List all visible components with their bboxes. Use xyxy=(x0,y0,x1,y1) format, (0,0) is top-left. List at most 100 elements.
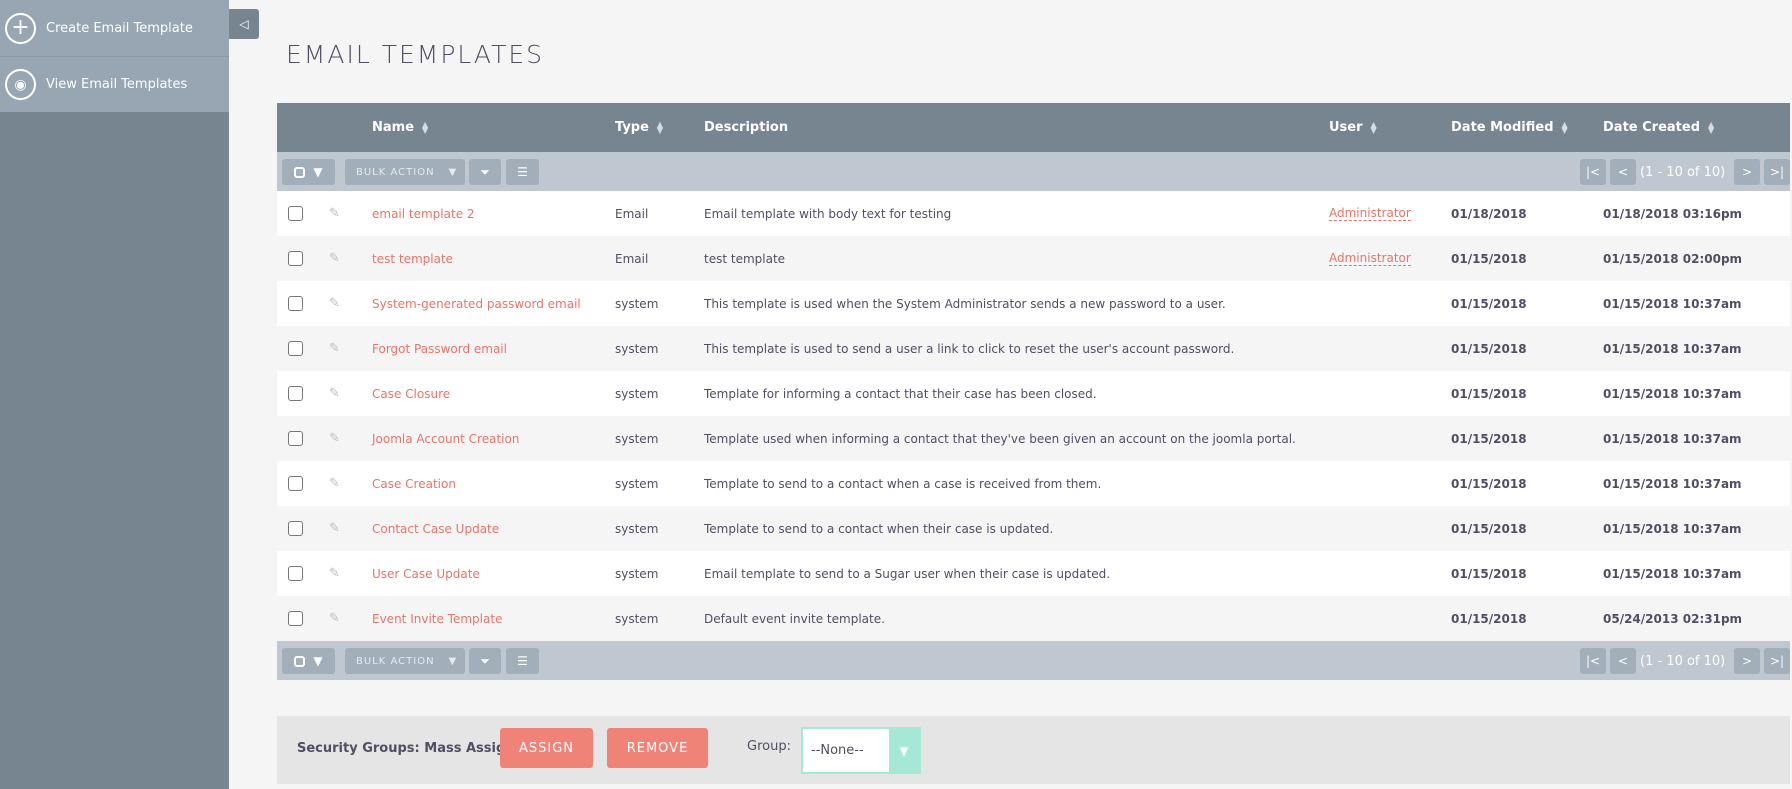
pencil-icon[interactable]: ✎ xyxy=(329,416,340,461)
template-description: test template xyxy=(704,251,786,266)
view-email-templates-action[interactable]: ◉ View Email Templates xyxy=(0,56,229,112)
template-name-link[interactable]: Event Invite Template xyxy=(372,596,502,641)
template-name-link[interactable]: User Case Update xyxy=(372,551,480,596)
sidebar-collapse-button[interactable]: ◁ xyxy=(229,9,259,39)
caret-down-icon: ▼ xyxy=(313,165,323,179)
template-name-link[interactable]: Joomla Account Creation xyxy=(372,416,519,461)
table-row: ✎ Joomla Account Creation system Templat… xyxy=(277,416,1790,461)
sort-icon: ▲ ▼ xyxy=(1370,119,1377,135)
row-checkbox[interactable] xyxy=(288,236,303,281)
eye-icon: ◉ xyxy=(5,69,36,100)
sort-icon: ▲ ▼ xyxy=(1708,119,1715,135)
pager-next-button[interactable]: > xyxy=(1734,159,1760,185)
pencil-icon[interactable]: ✎ xyxy=(329,191,340,236)
row-checkbox[interactable] xyxy=(288,506,303,551)
pager-count: (1 - 10 of 10) xyxy=(1640,164,1726,180)
list-view-table: Name ▲ ▼ Type ▲ ▼ Description User ▲ ▼ Date… xyxy=(277,103,1790,680)
bulk-action-button[interactable]: BULK ACTION ▼ xyxy=(345,648,465,674)
date-modified: 01/15/2018 xyxy=(1451,341,1527,356)
template-name-link[interactable]: email template 2 xyxy=(372,191,475,236)
filter-button[interactable]: ⏷ xyxy=(469,648,501,674)
remove-button[interactable]: REMOVE xyxy=(607,728,708,768)
date-modified: 01/15/2018 xyxy=(1451,566,1527,581)
template-description: Template for informing a contact that th… xyxy=(704,386,1097,401)
template-name-link[interactable]: Forgot Password email xyxy=(372,326,507,371)
sort-icon: ▲ ▼ xyxy=(422,119,429,135)
template-description: Email template to send to a Sugar user w… xyxy=(704,566,1111,581)
date-modified: 01/15/2018 xyxy=(1451,431,1527,446)
assign-button[interactable]: ASSIGN xyxy=(500,728,593,768)
row-checkbox[interactable] xyxy=(288,461,303,506)
row-checkbox[interactable] xyxy=(288,371,303,416)
template-type: Email xyxy=(615,206,649,221)
template-type: system xyxy=(615,476,659,491)
pager-prev-button[interactable]: < xyxy=(1610,648,1636,674)
bulk-action-button[interactable]: BULK ACTION ▼ xyxy=(345,159,465,185)
bottom-pagination-bar: ▼ BULK ACTION ▼ ⏷ ☰ |< < (1 - 10 of 10) … xyxy=(277,641,1790,680)
column-header-date-modified[interactable]: Date Modified ▲ ▼ xyxy=(1451,103,1568,152)
pencil-icon[interactable]: ✎ xyxy=(329,461,340,506)
sidebar: + Create Email Template ◉ View Email Tem… xyxy=(0,0,229,789)
pager-last-button[interactable]: >| xyxy=(1764,648,1790,674)
template-type: system xyxy=(615,521,659,536)
pager-first-button[interactable]: |< xyxy=(1580,159,1606,185)
user-link[interactable]: Administrator xyxy=(1329,206,1411,221)
row-checkbox[interactable] xyxy=(288,326,303,371)
select-all-dropdown[interactable]: ▼ xyxy=(282,648,335,674)
date-modified: 01/15/2018 xyxy=(1451,476,1527,491)
filter-button[interactable]: ⏷ xyxy=(469,159,501,185)
select-all-dropdown[interactable]: ▼ xyxy=(282,159,335,185)
pencil-icon[interactable]: ✎ xyxy=(329,506,340,551)
pencil-icon[interactable]: ✎ xyxy=(329,281,340,326)
row-checkbox[interactable] xyxy=(288,191,303,236)
template-description: This template is used to send a user a l… xyxy=(704,341,1235,356)
group-select[interactable]: --None-- ▼ xyxy=(801,727,921,774)
template-description: Template to send to a contact when their… xyxy=(704,521,1054,536)
date-created: 01/15/2018 02:00pm xyxy=(1603,251,1743,266)
table-row: ✎ Case Closure system Template for infor… xyxy=(277,371,1790,416)
table-row: ✎ email template 2 Email Email template … xyxy=(277,191,1790,236)
column-header-date-created[interactable]: Date Created ▲ ▼ xyxy=(1603,103,1714,152)
pencil-icon[interactable]: ✎ xyxy=(329,596,340,641)
pager-first-button[interactable]: |< xyxy=(1580,648,1606,674)
table-row: ✎ Contact Case Update system Template to… xyxy=(277,506,1790,551)
row-checkbox[interactable] xyxy=(288,416,303,461)
template-name-link[interactable]: Case Closure xyxy=(372,371,450,416)
template-description: Email template with body text for testin… xyxy=(704,206,952,221)
pager-last-button[interactable]: >| xyxy=(1764,159,1790,185)
pager-prev-button[interactable]: < xyxy=(1610,159,1636,185)
column-header-user[interactable]: User ▲ ▼ xyxy=(1329,103,1377,152)
plus-icon: + xyxy=(5,12,36,44)
filter-icon: ⏷ xyxy=(480,164,490,179)
pager-next-button[interactable]: > xyxy=(1734,648,1760,674)
row-checkbox[interactable] xyxy=(288,281,303,326)
pencil-icon[interactable]: ✎ xyxy=(329,371,340,416)
row-checkbox[interactable] xyxy=(288,551,303,596)
date-created: 01/15/2018 10:37am xyxy=(1603,386,1742,401)
pencil-icon[interactable]: ✎ xyxy=(329,551,340,596)
template-name-link[interactable]: Contact Case Update xyxy=(372,506,499,551)
checkbox-icon xyxy=(294,166,306,178)
top-pagination-bar: ▼ BULK ACTION ▼ ⏷ ☰ |< < (1 - 10 of 10) … xyxy=(277,152,1790,191)
table-row: ✎ Forgot Password email system This temp… xyxy=(277,326,1790,371)
column-chooser-button[interactable]: ☰ xyxy=(506,159,539,185)
column-header-name[interactable]: Name ▲ ▼ xyxy=(372,103,428,152)
list-icon: ☰ xyxy=(517,654,528,668)
row-checkbox[interactable] xyxy=(288,596,303,641)
pencil-icon[interactable]: ✎ xyxy=(329,236,340,281)
table-row: ✎ Event Invite Template system Default e… xyxy=(277,596,1790,641)
template-name-link[interactable]: Case Creation xyxy=(372,461,456,506)
column-header-type[interactable]: Type ▲ ▼ xyxy=(615,103,663,152)
template-description: Default event invite template. xyxy=(704,611,885,626)
list-icon: ☰ xyxy=(517,165,528,179)
page-title: EMAIL TEMPLATES xyxy=(286,40,545,69)
pencil-icon[interactable]: ✎ xyxy=(329,326,340,371)
table-row: ✎ test template Email test template Admi… xyxy=(277,236,1790,281)
caret-down-icon: ▼ xyxy=(448,166,458,178)
template-name-link[interactable]: test template xyxy=(372,236,453,281)
column-chooser-button[interactable]: ☰ xyxy=(506,648,539,674)
user-link[interactable]: Administrator xyxy=(1329,251,1411,266)
create-email-template-action[interactable]: + Create Email Template xyxy=(0,0,229,56)
template-name-link[interactable]: System-generated password email xyxy=(372,281,581,326)
pager-count: (1 - 10 of 10) xyxy=(1640,653,1726,669)
